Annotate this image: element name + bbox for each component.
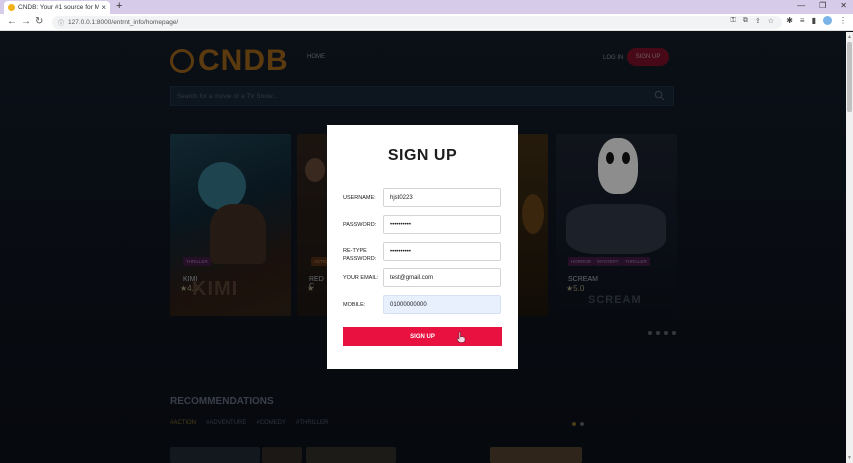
web-page: CNDB HOME LOG IN SIGN UP Search for a mo… xyxy=(0,32,846,463)
scroll-up-icon[interactable]: ▲ xyxy=(847,34,852,40)
menu-icon[interactable]: ⋮ xyxy=(839,16,847,25)
profile-avatar[interactable] xyxy=(823,16,832,25)
forward-icon[interactable]: → xyxy=(21,16,31,27)
username-label: USERNAME: xyxy=(343,195,376,201)
minimize-button[interactable]: — xyxy=(797,1,805,10)
browser-tab-bar: CNDB: Your #1 source for Mov × + — ❐ ✕ xyxy=(0,0,853,14)
extensions-icon[interactable]: ✱ xyxy=(786,16,793,25)
password-label: PASSWORD: xyxy=(343,222,377,228)
info-icon[interactable]: ⓘ xyxy=(58,18,64,27)
back-icon[interactable]: ← xyxy=(7,16,17,27)
hand-cursor-icon xyxy=(456,331,466,343)
close-tab-icon[interactable]: × xyxy=(101,3,106,12)
url-text: 127.0.0.1:8000/entrnt_info/homepage/ xyxy=(68,19,179,26)
bookmark-star-icon[interactable]: ☆ xyxy=(768,17,774,25)
address-bar[interactable]: ⓘ 127.0.0.1:8000/entrnt_info/homepage/ ⚿… xyxy=(52,16,782,29)
scroll-thumb[interactable] xyxy=(847,42,852,112)
password-input[interactable]: •••••••••• xyxy=(383,215,501,234)
window-controls: — ❐ ✕ xyxy=(797,1,847,10)
mobile-input[interactable]: 01000000000 xyxy=(383,295,501,314)
favicon-icon xyxy=(8,4,15,11)
address-bar-icons: ⚿ ⧉ ⇪ ☆ xyxy=(731,17,774,25)
page-scrollbar[interactable]: ▲ ▼ xyxy=(846,32,853,463)
new-tab-button[interactable]: + xyxy=(116,0,122,12)
close-window-button[interactable]: ✕ xyxy=(840,1,847,10)
mobile-label: MOBILE: xyxy=(343,302,366,308)
share-icon[interactable]: ⇪ xyxy=(755,17,761,25)
username-input[interactable]: hjst0223 xyxy=(383,188,501,207)
translate-icon[interactable]: ⧉ xyxy=(743,17,748,25)
modal-title: SIGN UP xyxy=(387,147,458,164)
tab-title: CNDB: Your #1 source for Mov xyxy=(18,4,100,11)
email-input[interactable]: test@gmail.com xyxy=(383,268,501,287)
toolbar-right: ✱ ≡ ▮ ⋮ xyxy=(786,16,847,25)
retype-password-input[interactable]: •••••••••• xyxy=(383,242,501,261)
retype-password-label: RE-TYPE PASSWORD: xyxy=(343,248,377,262)
email-label: YOUR EMAIL: xyxy=(343,275,379,281)
reload-icon[interactable]: ↻ xyxy=(35,16,43,27)
browser-toolbar: ← → ↻ ⓘ 127.0.0.1:8000/entrnt_info/homep… xyxy=(0,14,853,31)
scroll-down-icon[interactable]: ▼ xyxy=(847,455,852,461)
signup-submit-button[interactable]: SIGN UP xyxy=(343,327,502,346)
restore-button[interactable]: ❐ xyxy=(819,1,826,10)
reading-list-icon[interactable]: ≡ xyxy=(800,16,805,25)
signup-modal: SIGN UP USERNAME: hjst0223 PASSWORD: •••… xyxy=(327,125,518,369)
sidebar-icon[interactable]: ▮ xyxy=(812,16,816,25)
browser-tab[interactable]: CNDB: Your #1 source for Mov × xyxy=(4,1,110,14)
key-icon[interactable]: ⚿ xyxy=(731,17,736,25)
